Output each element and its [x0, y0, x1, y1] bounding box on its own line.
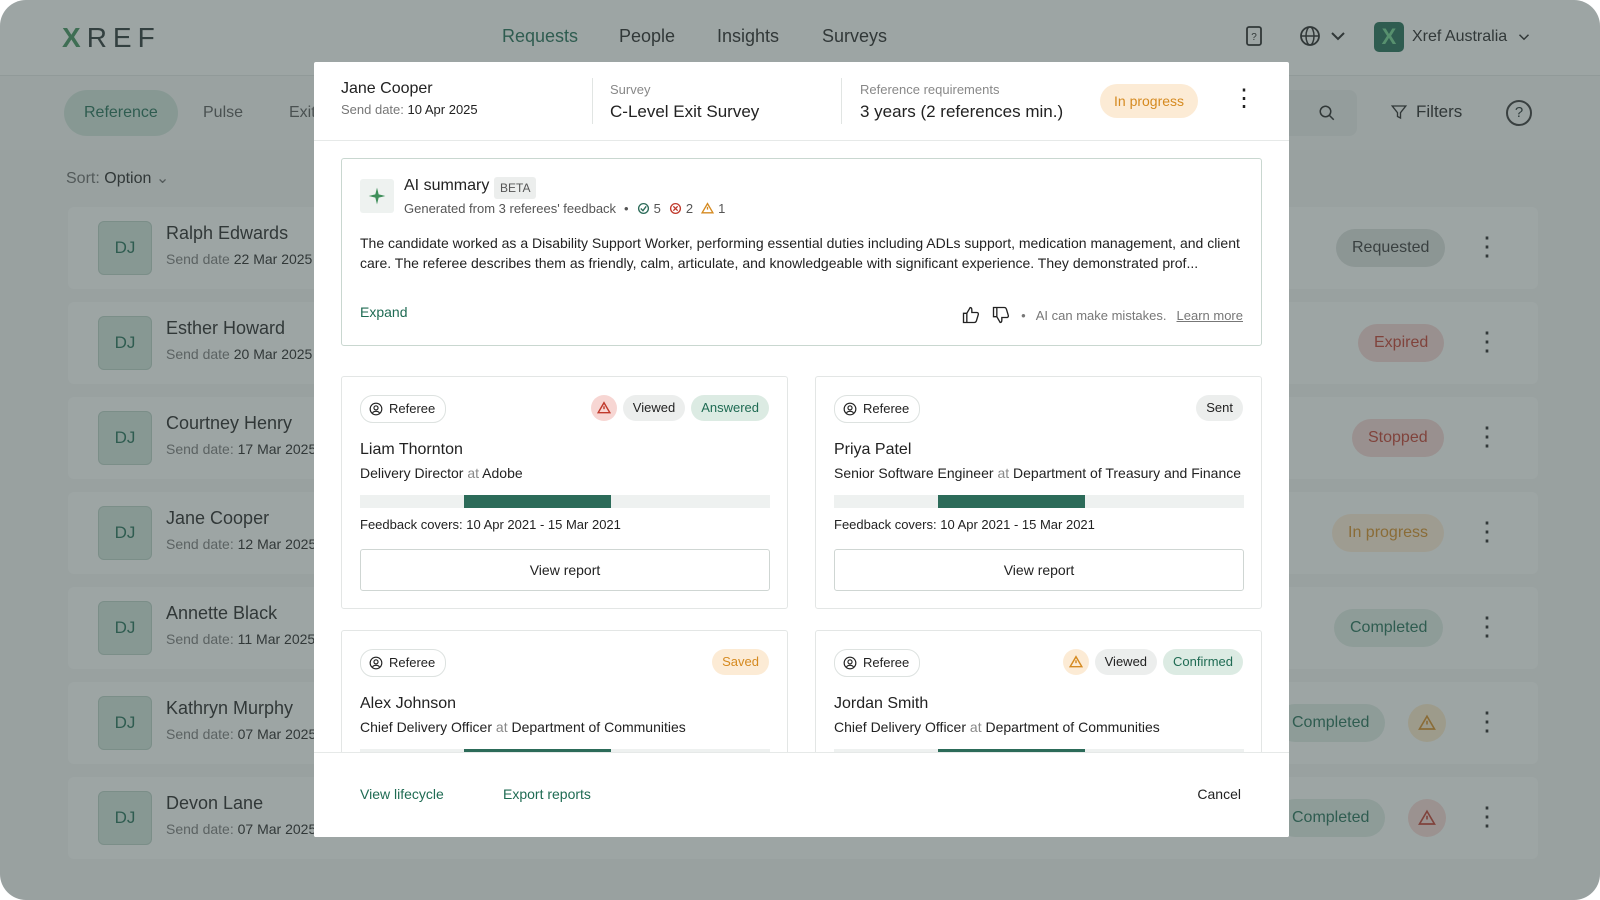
requirements-label: Reference requirements — [860, 82, 1000, 97]
status-badge: In progress — [1100, 84, 1199, 118]
status-tags: Viewed Answered — [590, 395, 769, 421]
requirements-value: 3 years (2 references min.) — [860, 102, 1064, 121]
referee-pill: Referee — [360, 649, 447, 677]
referee-label: Referee — [863, 401, 910, 416]
referee-card: Referee Sent Priya Patel Senior Software… — [815, 376, 1262, 609]
modal-footer: View lifecycle Export reports Cancel — [314, 752, 1289, 837]
view-report-button[interactable]: View report — [360, 549, 770, 591]
referee-label: Referee — [389, 655, 436, 670]
role-title: Chief Delivery Officer — [834, 719, 967, 735]
feedback-covers: Feedback covers: 10 Apr 2021 - 15 Mar 20… — [360, 517, 621, 532]
role-title: Chief Delivery Officer — [360, 719, 493, 735]
warning-icon — [590, 395, 617, 421]
referee-label: Referee — [863, 655, 910, 670]
cancel-button[interactable]: Cancel — [1197, 786, 1241, 802]
referee-role: Chief Delivery Officer at Department of … — [834, 719, 1160, 735]
referee-pill: Referee — [834, 395, 921, 423]
referee-name: Liam Thornton — [360, 441, 463, 458]
learn-more-link[interactable]: Learn more — [1177, 308, 1243, 323]
more-options-icon[interactable]: ⋮ — [1232, 84, 1256, 114]
referee-label: Referee — [389, 401, 436, 416]
sparkle-icon — [360, 179, 394, 213]
referee-name: Alex Johnson — [360, 695, 457, 712]
covers-value: 10 Apr 2021 - 15 Mar 2021 — [940, 517, 1095, 532]
covers-label: Feedback covers: — [834, 517, 937, 532]
coverage-bar — [834, 495, 1244, 508]
check-circle-icon — [637, 202, 649, 215]
status-tags: Sent — [1196, 395, 1243, 421]
ai-summary-panel: AI summary BETA Generated from 3 referee… — [341, 158, 1262, 346]
viewed-tag: Viewed — [1094, 649, 1158, 675]
candidate-name: Jane Cooper — [341, 80, 433, 97]
ai-summary-title: AI summary — [404, 177, 490, 194]
warning-icon — [701, 202, 715, 214]
covers-label: Feedback covers: — [360, 517, 463, 532]
feedback-covers: Feedback covers: 10 Apr 2021 - 15 Mar 20… — [834, 517, 1095, 532]
at-text: at — [997, 465, 1010, 481]
ai-feedback: • AI can make mistakes. Learn more — [961, 305, 1243, 325]
company: Adobe — [482, 465, 523, 481]
sent-tag: Sent — [1196, 395, 1243, 421]
warning-count: 1 — [718, 201, 726, 216]
negative-count: 2 — [685, 201, 694, 216]
modal-header: Jane Cooper Send date: 10 Apr 2025 Surve… — [314, 62, 1289, 141]
referee-pill: Referee — [360, 395, 447, 423]
coverage-bar-fill — [938, 495, 1085, 508]
coverage-bar — [360, 495, 770, 508]
export-reports-link[interactable]: Export reports — [503, 786, 591, 802]
expand-link[interactable]: Expand — [360, 304, 407, 320]
referee-role: Chief Delivery Officer at Department of … — [360, 719, 686, 735]
send-date-label: Send date: — [341, 102, 404, 117]
x-circle-icon — [669, 202, 681, 215]
company: Department of Treasury and Finance — [1013, 465, 1242, 481]
divider — [592, 78, 593, 124]
referee-pill: Referee — [834, 649, 921, 677]
generated-text: Generated from 3 referees' feedback — [404, 201, 617, 216]
send-date-value: 10 Apr 2025 — [407, 102, 478, 117]
ai-generated-info: Generated from 3 referees' feedback • 5 … — [404, 201, 726, 216]
positive-count: 5 — [653, 201, 661, 216]
view-lifecycle-link[interactable]: View lifecycle — [360, 786, 444, 802]
beta-badge: BETA — [494, 177, 537, 199]
user-circle-icon — [843, 402, 857, 416]
user-circle-icon — [369, 402, 383, 416]
coverage-bar-fill — [464, 495, 611, 508]
view-report-button[interactable]: View report — [834, 549, 1244, 591]
disclaimer-text: AI can make mistakes. — [1035, 307, 1167, 323]
role-title: Delivery Director — [360, 465, 464, 481]
referee-name: Priya Patel — [834, 441, 912, 458]
status-tags: Saved — [712, 649, 769, 675]
company: Department of Communities — [511, 719, 686, 735]
role-title: Senior Software Engineer — [834, 465, 994, 481]
survey-name: C-Level Exit Survey — [610, 102, 760, 121]
saved-tag: Saved — [712, 649, 769, 675]
at-text: at — [495, 719, 508, 735]
referee-name: Jordan Smith — [834, 695, 929, 712]
thumbs-down-icon[interactable] — [991, 305, 1011, 325]
divider — [841, 78, 842, 124]
thumbs-up-icon[interactable] — [961, 305, 981, 325]
at-text: at — [467, 465, 480, 481]
covers-value: 10 Apr 2021 - 15 Mar 2021 — [466, 517, 621, 532]
company: Department of Communities — [985, 719, 1160, 735]
ai-summary-text: The candidate worked as a Disability Sup… — [360, 235, 1240, 271]
referee-role: Senior Software Engineer at Department o… — [834, 465, 1241, 481]
status-tags: Viewed Confirmed — [1062, 649, 1243, 675]
referee-card: Referee Viewed Answered Liam Thornton De… — [341, 376, 788, 609]
user-circle-icon — [369, 656, 383, 670]
app-window: XREF Requests People Insights Surveys ? … — [0, 0, 1600, 900]
referee-role: Delivery Director at Adobe — [360, 465, 523, 481]
warning-icon — [1062, 649, 1089, 675]
at-text: at — [969, 719, 982, 735]
request-detail-modal: Jane Cooper Send date: 10 Apr 2025 Surve… — [314, 62, 1289, 837]
confirmed-tag: Confirmed — [1163, 649, 1243, 675]
send-date: Send date: 10 Apr 2025 — [341, 102, 478, 117]
answered-tag: Answered — [691, 395, 769, 421]
survey-label: Survey — [610, 82, 651, 97]
user-circle-icon — [843, 656, 857, 670]
viewed-tag: Viewed — [622, 395, 686, 421]
